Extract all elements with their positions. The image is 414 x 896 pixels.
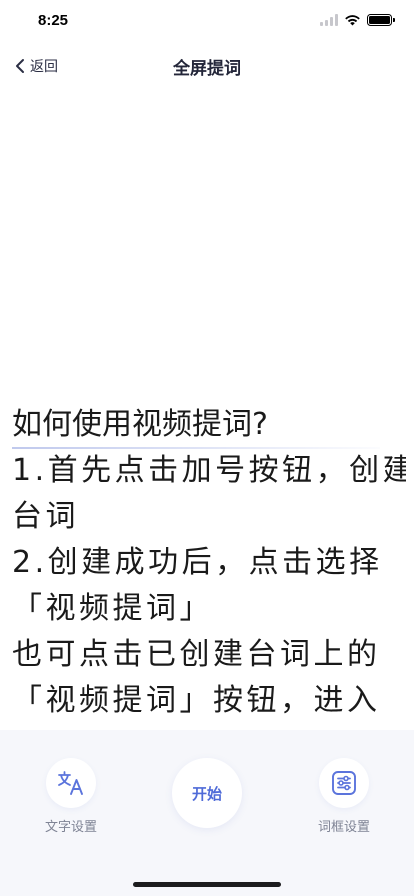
battery-icon [367, 14, 395, 26]
signal-icon [320, 14, 338, 26]
frame-settings-button[interactable]: 词框设置 [316, 758, 372, 835]
frame-settings-label: 词框设置 [317, 820, 370, 835]
start-label: 开始 [191, 784, 222, 803]
prompter-line: 台词 [12, 499, 79, 534]
status-time: 8:25 [38, 12, 69, 29]
prompter-text-area[interactable]: 如何使用视频提词? 1.首先点击加号按钮，创建 台词 2.创建成功后，点击选择 … [12, 402, 406, 730]
prompter-line: 1.首先点击加号按钮，创建 [12, 453, 406, 488]
bottom-toolbar: 文字设置 开始 词框设置 [0, 730, 414, 896]
nav-bar: 返回 全屏提词 [0, 44, 414, 88]
prompter-line: 2.创建成功后，点击选择 [12, 545, 383, 580]
text-settings-button[interactable]: 文字设置 [44, 758, 98, 835]
home-indicator [133, 882, 281, 887]
status-icons [320, 14, 395, 26]
prompter-line: 「视频提词」按钮，进入 [12, 683, 381, 718]
start-button[interactable]: 开始 [172, 758, 242, 828]
reading-guide-line [12, 447, 380, 449]
prompter-line: 「视频提词」 [12, 591, 213, 626]
status-bar: 8:25 [0, 0, 414, 44]
sliders-icon [332, 771, 356, 795]
text-settings-label: 文字设置 [44, 820, 97, 835]
translate-icon [58, 771, 83, 795]
frame-settings-circle [319, 758, 369, 808]
page-title: 全屏提词 [173, 59, 241, 79]
battery-fill [369, 16, 390, 24]
text-settings-circle [46, 758, 96, 808]
screen: 8:25 返回 全屏提词 如何使用视频提词? 1.首先点击加号按钮，创建 台词 … [0, 0, 414, 896]
wifi-icon [345, 15, 360, 26]
prompter-heading: 如何使用视频提词? [12, 407, 268, 442]
prompter-line: 也可点击已创建台词上的 [12, 637, 381, 672]
